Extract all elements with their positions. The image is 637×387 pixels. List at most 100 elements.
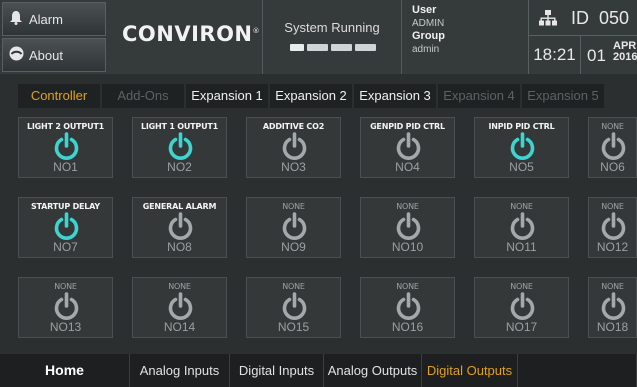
output-name: LIGHT 2 OUTPUT1 — [26, 122, 105, 131]
output-name: NONE — [510, 202, 533, 211]
output-code: NO16 — [391, 320, 424, 334]
power-icon — [510, 212, 535, 240]
device-id: ID 050 — [571, 8, 630, 28]
output-tile-no8[interactable]: GENERAL ALARM NO8 — [132, 197, 227, 258]
output-tile-no14[interactable]: NONE NO14 — [132, 277, 227, 338]
conviron-logo: CONVIRON® — [122, 22, 261, 46]
output-name: NONE — [510, 282, 533, 291]
output-tile-no2[interactable]: LIGHT 1 OUTPUT1 NO2 — [132, 117, 227, 178]
output-code: NO12 — [596, 240, 629, 254]
about-label: About — [29, 47, 63, 63]
about-button[interactable]: About — [2, 38, 106, 72]
output-name: STARTUP DELAY — [30, 202, 100, 211]
output-name: NONE — [601, 122, 624, 131]
tab-controller[interactable]: Controller — [18, 84, 100, 108]
output-code: NO6 — [600, 160, 625, 174]
power-icon — [510, 292, 535, 320]
output-tile-no12[interactable]: NONE NO12 — [588, 197, 637, 258]
output-code: NO15 — [277, 320, 310, 334]
tab-expansion-2[interactable]: Expansion 2 — [270, 84, 352, 108]
output-name: NONE — [601, 202, 624, 211]
nav-digital-outputs[interactable]: Digital Outputs — [422, 354, 518, 387]
tab-expansion-4: Expansion 4 — [438, 84, 520, 108]
nav-empty-slot — [518, 354, 637, 387]
power-icon — [168, 132, 193, 160]
output-tile-no4[interactable]: GENPID PID CTRL NO4 — [360, 117, 455, 178]
power-icon — [282, 212, 307, 240]
output-tile-no11[interactable]: NONE NO11 — [474, 197, 569, 258]
alarm-label: Alarm — [29, 11, 63, 27]
output-tile-no3[interactable]: ADDITIVE CO2 NO3 — [246, 117, 341, 178]
output-tile-no5[interactable]: INPID PID CTRL NO5 — [474, 117, 569, 178]
power-icon — [168, 212, 193, 240]
output-tile-no6[interactable]: NONE NO6 — [588, 117, 637, 178]
power-icon — [54, 212, 79, 240]
tab-expansion-3[interactable]: Expansion 3 — [354, 84, 436, 108]
power-icon — [601, 292, 626, 320]
output-name: NONE — [396, 282, 419, 291]
device-id-row[interactable]: ID 050 — [529, 0, 637, 36]
output-tile-no10[interactable]: NONE NO10 — [360, 197, 455, 258]
output-tile-no9[interactable]: NONE NO9 — [246, 197, 341, 258]
output-name: NONE — [601, 282, 624, 291]
output-name: GENERAL ALARM — [142, 202, 217, 211]
power-icon — [396, 132, 421, 160]
tab-expansion-5: Expansion 5 — [522, 84, 604, 108]
nav-home[interactable]: Home — [0, 354, 130, 387]
output-code: NO7 — [53, 240, 78, 254]
output-code: NO13 — [49, 320, 82, 334]
output-tile-no1[interactable]: LIGHT 2 OUTPUT1 NO1 — [18, 117, 113, 178]
tab-expansion-1[interactable]: Expansion 1 — [186, 84, 268, 108]
tab-add-ons: Add-Ons — [102, 84, 184, 108]
output-tile-no18[interactable]: NONE NO18 — [588, 277, 637, 338]
output-code: NO10 — [391, 240, 424, 254]
group-label: Group — [412, 30, 445, 42]
output-code: NO9 — [281, 240, 306, 254]
output-code: NO1 — [53, 160, 78, 174]
output-code: NO5 — [509, 160, 534, 174]
status-text: System Running — [284, 20, 380, 35]
power-icon — [601, 132, 626, 160]
output-code: NO17 — [505, 320, 538, 334]
power-icon — [510, 132, 535, 160]
output-tile-no15[interactable]: NONE NO15 — [246, 277, 341, 338]
output-name: NONE — [168, 282, 191, 291]
nav-digital-inputs[interactable]: Digital Inputs — [230, 354, 324, 387]
status-progress-bar — [290, 44, 376, 51]
output-name: NONE — [282, 202, 305, 211]
output-tile-no17[interactable]: NONE NO17 — [474, 277, 569, 338]
power-icon — [282, 132, 307, 160]
user-label: User — [412, 4, 437, 16]
output-tile-no16[interactable]: NONE NO16 — [360, 277, 455, 338]
output-name: NONE — [396, 202, 419, 211]
output-code: NO11 — [506, 240, 537, 254]
power-icon — [282, 292, 307, 320]
output-name: LIGHT 1 OUTPUT1 — [140, 122, 219, 131]
date-month-year: APR 2016 — [613, 40, 637, 63]
date-day: 01 — [587, 46, 606, 65]
output-code: NO3 — [281, 160, 306, 174]
info-icon — [3, 46, 29, 65]
output-name: NONE — [282, 282, 305, 291]
nav-analog-inputs[interactable]: Analog Inputs — [130, 354, 230, 387]
output-code: NO8 — [167, 240, 192, 254]
output-code: NO14 — [163, 320, 196, 334]
output-code: NO4 — [395, 160, 420, 174]
system-status: System Running — [262, 0, 402, 74]
group-value: admin — [412, 44, 440, 55]
power-icon — [54, 292, 79, 320]
clock-time: 18:21 — [529, 36, 581, 74]
output-tile-no13[interactable]: NONE NO13 — [18, 277, 113, 338]
output-name: GENPID PID CTRL — [370, 122, 445, 131]
user-info: User ADMIN Group admin — [412, 4, 445, 56]
expansion-tabs: Controller Add-Ons Expansion 1 Expansion 2E… — [18, 84, 604, 108]
output-tile-no7[interactable]: STARTUP DELAY NO7 — [18, 197, 113, 258]
output-name: ADDITIVE CO2 — [262, 122, 325, 131]
network-icon — [539, 10, 557, 26]
power-icon — [396, 292, 421, 320]
output-code: NO2 — [167, 160, 192, 174]
alarm-button[interactable]: Alarm — [2, 2, 106, 36]
output-name: INPID PID CTRL — [488, 122, 555, 131]
device-panel: ID 050 18:21 01 APR 2016 — [528, 0, 637, 74]
nav-analog-outputs[interactable]: Analog Outputs — [324, 354, 422, 387]
